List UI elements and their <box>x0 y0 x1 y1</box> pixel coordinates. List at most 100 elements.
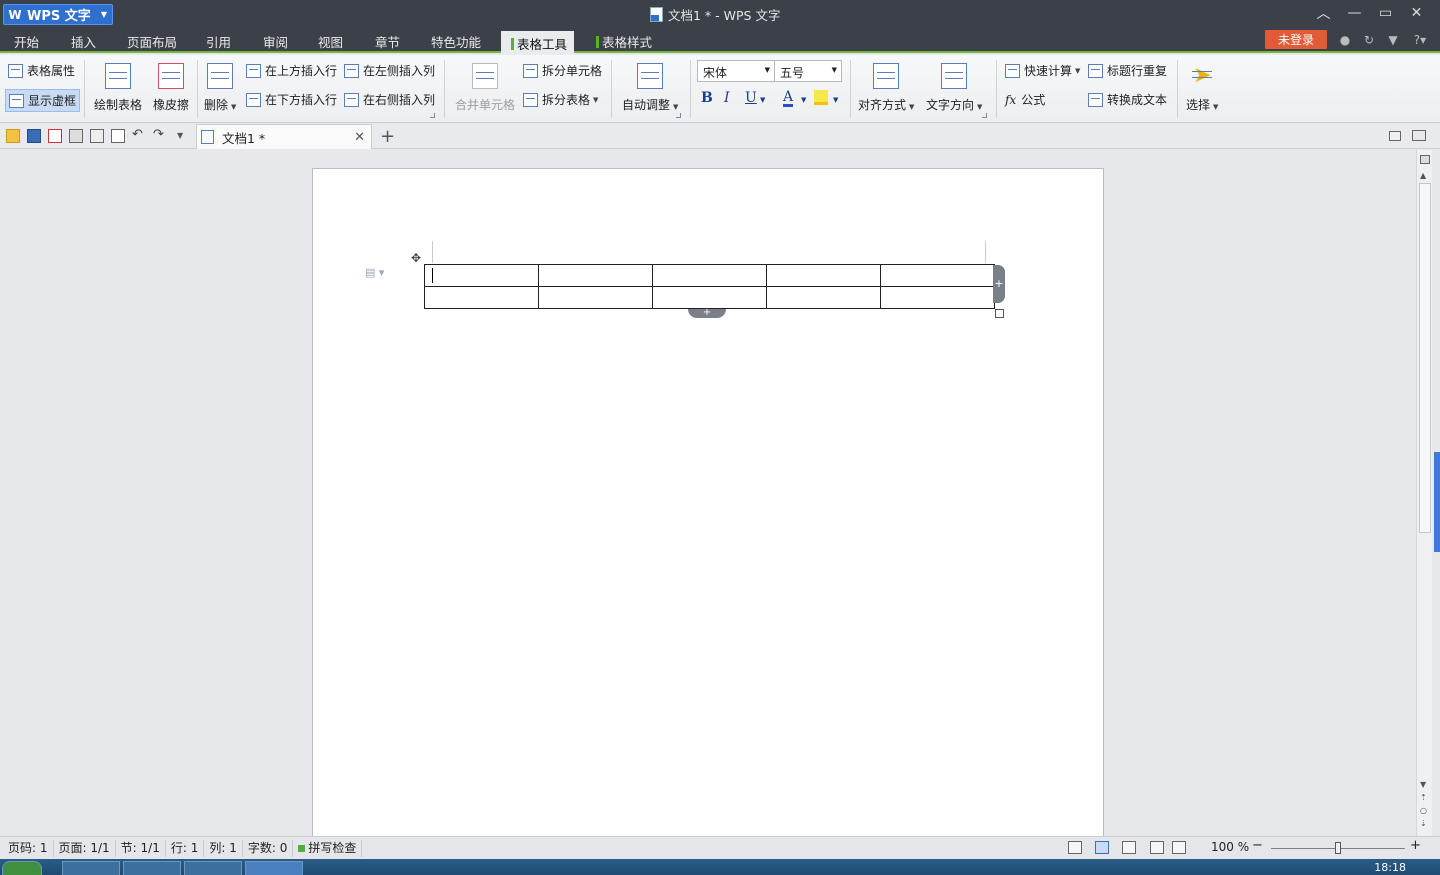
open-folder-icon[interactable] <box>6 129 20 143</box>
side-panel-tab[interactable] <box>1434 452 1440 552</box>
menu-references[interactable]: 引用 <box>206 32 231 51</box>
eraser-button[interactable]: 橡皮擦 <box>153 63 189 113</box>
align-button[interactable]: 对齐方式 ▼ <box>858 63 914 113</box>
show-gridlines-button[interactable]: 显示虚框 <box>5 89 81 112</box>
menu-table-tools[interactable]: 表格工具 <box>501 29 575 57</box>
status-page-number[interactable]: 页码: 1 <box>0 839 54 857</box>
table-move-handle-icon[interactable]: ✥ <box>411 251 421 265</box>
scroll-down-icon[interactable]: ▼ <box>1420 780 1426 789</box>
spell-check-toggle[interactable]: 拼写检查 <box>293 839 363 857</box>
table-cell[interactable] <box>424 264 539 287</box>
find-icon[interactable] <box>111 129 125 143</box>
undo-icon[interactable]: ↶ <box>132 128 146 143</box>
menu-home[interactable]: 开始 <box>14 32 39 51</box>
zoom-level[interactable]: 100 % <box>1211 840 1249 854</box>
dialog-launcher-icon[interactable] <box>676 113 681 118</box>
table-cell[interactable] <box>652 286 767 309</box>
dialog-launcher-icon[interactable] <box>982 113 987 118</box>
menu-table-style[interactable]: 表格样式 <box>596 32 652 51</box>
insert-row-above-button[interactable]: 在上方插入行 <box>246 62 337 79</box>
page-view-icon[interactable] <box>1095 841 1109 854</box>
scroll-thumb[interactable] <box>1419 183 1431 533</box>
insert-row-below-button[interactable]: 在下方插入行 <box>246 91 337 108</box>
browse-object-icon[interactable]: ○ <box>1420 806 1427 815</box>
skin-icon[interactable]: ● <box>1338 33 1352 47</box>
save-icon[interactable] <box>27 129 41 143</box>
italic-button[interactable]: I <box>724 90 730 106</box>
highlight-icon[interactable] <box>814 90 828 105</box>
taskbar-app-2[interactable] <box>123 861 181 875</box>
underline-button[interactable]: U <box>745 90 757 106</box>
chevron-down-icon[interactable]: ▼ <box>760 96 765 104</box>
sync-icon[interactable]: ↻ <box>1362 33 1376 47</box>
print-preview-icon[interactable] <box>90 129 104 143</box>
delete-button[interactable]: 删除 ▼ <box>204 63 236 113</box>
minimize-button[interactable]: — <box>1339 2 1370 24</box>
reading-view-icon[interactable] <box>1172 841 1186 854</box>
table-cell[interactable] <box>766 264 881 287</box>
select-button[interactable]: ➤ 选择 ▼ <box>1186 63 1218 113</box>
table-cell[interactable] <box>538 286 653 309</box>
zoom-in-icon[interactable]: + <box>1410 838 1421 853</box>
export-pdf-icon[interactable] <box>48 129 62 143</box>
insert-col-right-button[interactable]: 在右侧插入列 <box>344 91 435 108</box>
insert-col-left-button[interactable]: 在左侧插入列 <box>344 62 435 79</box>
menu-view[interactable]: 视图 <box>318 32 343 51</box>
zoom-slider-knob[interactable] <box>1335 842 1341 854</box>
menu-page-layout[interactable]: 页面布局 <box>127 32 177 51</box>
menu-insert[interactable]: 插入 <box>71 32 96 51</box>
help-icon[interactable]: ?▾ <box>1410 33 1430 47</box>
maximize-button[interactable]: ▭ <box>1370 2 1401 24</box>
chevron-down-icon[interactable]: ▼ <box>833 96 838 104</box>
bold-button[interactable]: B <box>701 90 713 106</box>
vertical-scrollbar[interactable]: ▲ ▼ ⇡ ○ ⇣ <box>1416 150 1432 836</box>
app-menu-button[interactable]: W WPS 文字 ▼ <box>3 4 113 25</box>
shirt-icon[interactable]: ▼ <box>1386 33 1400 47</box>
table-cell[interactable] <box>538 264 653 287</box>
split-table-button[interactable]: 拆分表格 ▼ <box>523 91 598 108</box>
convert-to-text-button[interactable]: 转换成文本 <box>1088 91 1167 108</box>
menu-review[interactable]: 审阅 <box>263 32 288 51</box>
customize-toolbar-icon[interactable]: ▼ <box>177 129 191 143</box>
draw-table-button[interactable]: 绘制表格 <box>94 63 142 113</box>
outline-view-icon[interactable] <box>1122 841 1136 854</box>
next-page-icon[interactable]: ⇣ <box>1420 819 1427 828</box>
start-button[interactable] <box>2 861 42 875</box>
taskbar-app-photoshop[interactable] <box>184 861 242 875</box>
collapse-ribbon-icon[interactable]: ︿ <box>1308 2 1339 24</box>
doc-menu-icon[interactable] <box>1412 130 1426 141</box>
font-color-button[interactable]: A <box>783 90 794 107</box>
table-cell[interactable] <box>766 286 881 309</box>
redo-icon[interactable]: ↷ <box>153 128 167 143</box>
formula-button[interactable]: fx 公式 <box>1005 91 1045 108</box>
font-size-select[interactable]: 五号 ▼ <box>774 60 842 82</box>
split-view-icon[interactable] <box>1420 155 1430 164</box>
status-word-count[interactable]: 字数: 0 <box>243 839 294 857</box>
paragraph-menu-icon[interactable]: ▤ ▾ <box>365 266 384 279</box>
menu-chapter[interactable]: 章节 <box>375 32 400 51</box>
menu-special[interactable]: 特色功能 <box>431 32 481 51</box>
table-cell[interactable] <box>424 286 539 309</box>
taskbar-app-browser[interactable] <box>62 861 120 875</box>
font-name-select[interactable]: 宋体 ▼ <box>697 60 775 82</box>
add-row-button[interactable]: + <box>688 308 726 318</box>
table-properties-button[interactable]: 表格属性 <box>8 62 75 79</box>
table-resize-handle[interactable] <box>995 309 1004 318</box>
login-button[interactable]: 未登录 <box>1265 30 1327 49</box>
close-tab-icon[interactable]: ✕ <box>354 130 365 145</box>
web-view-icon[interactable] <box>1150 841 1164 854</box>
split-cells-button[interactable]: 拆分单元格 <box>523 62 602 79</box>
scroll-up-icon[interactable]: ▲ <box>1420 171 1426 180</box>
table-cell[interactable] <box>880 264 995 287</box>
zoom-slider[interactable] <box>1271 842 1405 854</box>
repeat-header-button[interactable]: 标题行重复 <box>1088 62 1167 79</box>
document-page[interactable]: ▤ ▾ ✥ + + <box>312 168 1104 836</box>
new-tab-button[interactable]: + <box>380 126 395 147</box>
document-table[interactable] <box>424 264 995 309</box>
text-direction-button[interactable]: 文字方向 ▼ <box>926 63 982 113</box>
taskbar-app-wps[interactable] <box>245 861 303 875</box>
dialog-launcher-icon[interactable] <box>430 113 435 118</box>
chevron-down-icon[interactable]: ▼ <box>801 96 806 104</box>
table-cell[interactable] <box>880 286 995 309</box>
print-icon[interactable] <box>69 129 83 143</box>
